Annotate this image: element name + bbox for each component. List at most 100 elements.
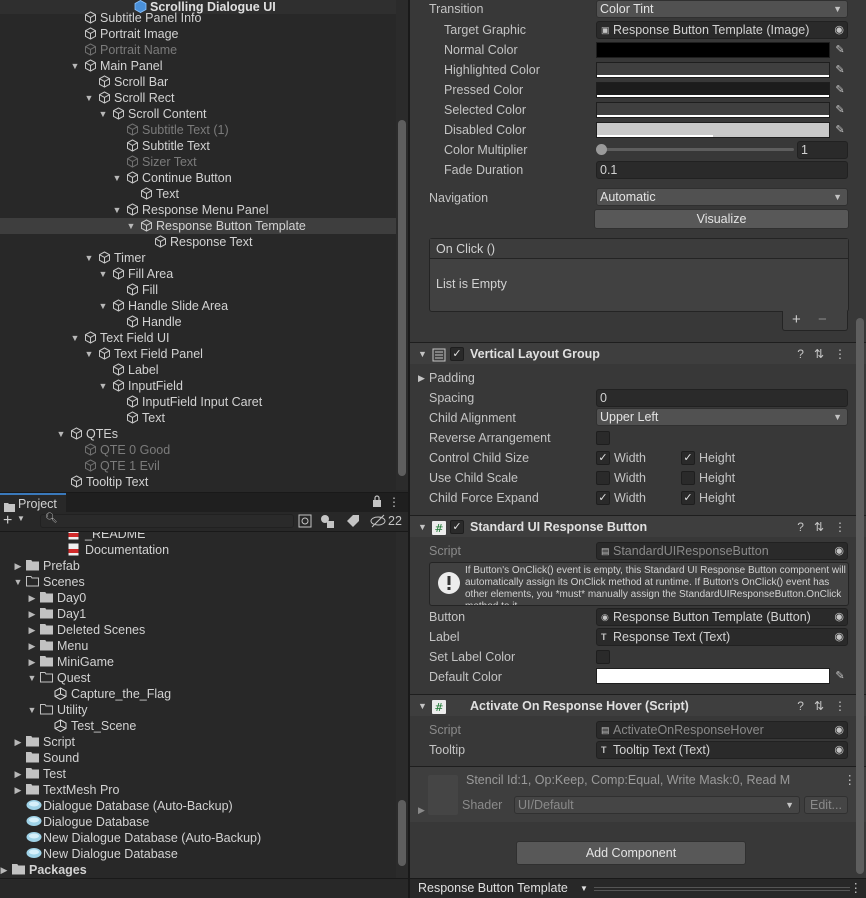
remove-event-icon[interactable]: −	[818, 311, 827, 329]
response-button-header[interactable]: ▼ # ✓ Standard UI Response Button ?⇅⋮	[410, 515, 866, 537]
object-picker-icon[interactable]: ◉	[834, 742, 844, 758]
foldout-arrow-icon[interactable]: ▶	[27, 590, 37, 606]
color-swatch[interactable]	[596, 82, 830, 98]
slider-handle[interactable]	[596, 144, 607, 155]
set-label-color-checkbox[interactable]	[596, 650, 610, 664]
force-expand-height-checkbox[interactable]: ✓	[681, 491, 695, 505]
chevron-down-icon[interactable]: ▼	[580, 879, 588, 898]
project-item[interactable]: Documentation	[0, 542, 396, 558]
default-color-swatch[interactable]	[596, 668, 830, 684]
project-scroll-thumb[interactable]	[398, 800, 406, 866]
foldout-arrow-icon[interactable]: ▼	[112, 202, 122, 218]
filter-type-icon[interactable]	[320, 514, 336, 531]
hierarchy-item[interactable]: Text	[0, 186, 396, 202]
project-item[interactable]: ▶ MiniGame	[0, 654, 396, 670]
foldout-arrow-icon[interactable]: ▶	[13, 558, 23, 574]
help-icon[interactable]: ?	[797, 520, 814, 534]
visualize-button[interactable]: Visualize	[594, 209, 849, 229]
add-icon[interactable]: +	[3, 512, 12, 530]
preset-icon[interactable]: ⇅	[814, 347, 834, 361]
eyedropper-icon[interactable]: ✎	[832, 102, 848, 118]
foldout-arrow-icon[interactable]: ▼	[98, 298, 108, 314]
color-swatch[interactable]	[596, 102, 830, 118]
fade-duration-input[interactable]: 0.1	[596, 161, 848, 179]
foldout-arrow-icon[interactable]: ▼	[13, 574, 23, 590]
hierarchy-item[interactable]: InputField Input Caret	[0, 394, 396, 410]
add-component-button[interactable]: Add Component	[516, 841, 746, 865]
hierarchy-item[interactable]: Subtitle Panel Info	[0, 10, 396, 26]
hierarchy-item[interactable]: Label	[0, 362, 396, 378]
control-size-width-checkbox[interactable]: ✓	[596, 451, 610, 465]
padding-label[interactable]: Padding	[429, 369, 475, 387]
force-expand-width-checkbox[interactable]: ✓	[596, 491, 610, 505]
reverse-arrangement-checkbox[interactable]	[596, 431, 610, 445]
shader-edit-button[interactable]: Edit...	[804, 796, 848, 814]
foldout-arrow-icon[interactable]: ▶	[13, 734, 23, 750]
project-item[interactable]: Dialogue Database (Auto-Backup)	[0, 798, 396, 814]
foldout-arrow-icon[interactable]: ▶	[27, 606, 37, 622]
chevron-down-icon[interactable]: ▼	[17, 514, 25, 523]
kebab-menu-icon[interactable]: ⋮	[388, 495, 400, 509]
component-enabled-checkbox[interactable]: ✓	[450, 520, 464, 534]
target-graphic-field[interactable]: ▣ Response Button Template (Image) ◉	[596, 21, 848, 39]
foldout-icon[interactable]: ▼	[418, 695, 427, 717]
hierarchy-item[interactable]: Text	[0, 410, 396, 426]
project-item[interactable]: ▶ Prefab	[0, 558, 396, 574]
hierarchy-item[interactable]: QTE 0 Good	[0, 442, 396, 458]
tooltip-field[interactable]: T Tooltip Text (Text) ◉	[596, 741, 848, 759]
spacing-input[interactable]: 0	[596, 389, 848, 407]
hierarchy-item[interactable]: ▼ Scroll Content	[0, 106, 396, 122]
eyedropper-icon[interactable]: ✎	[832, 122, 848, 138]
eyedropper-icon[interactable]: ✎	[832, 82, 848, 98]
vertical-layout-group-header[interactable]: ▼ ✓ Vertical Layout Group ?⇅⋮	[410, 342, 866, 364]
eyedropper-icon[interactable]: ✎	[832, 62, 848, 78]
foldout-icon[interactable]: ▼	[418, 516, 427, 538]
hierarchy-item[interactable]: ▼ InputField	[0, 378, 396, 394]
transition-dropdown[interactable]: Color Tint ▼	[596, 0, 848, 18]
project-item[interactable]: ▶ Day1	[0, 606, 396, 622]
selected-object-label[interactable]: Response Button Template	[418, 879, 568, 898]
hierarchy-item[interactable]: Scroll Bar	[0, 74, 396, 90]
project-item[interactable]: Dialogue Database	[0, 814, 396, 830]
hierarchy-item[interactable]: ▼ Response Menu Panel	[0, 202, 396, 218]
hierarchy-item[interactable]: ▼ Fill Area	[0, 266, 396, 282]
project-item[interactable]: ▶ Script	[0, 734, 396, 750]
hidden-eye-icon[interactable]	[370, 514, 386, 531]
object-picker-icon[interactable]: ◉	[834, 609, 844, 625]
search-by-type-icon[interactable]	[298, 514, 312, 531]
eyedropper-icon[interactable]: ✎	[832, 42, 848, 58]
project-item[interactable]: ▼ Utility	[0, 702, 396, 718]
project-item[interactable]: ▶ Test	[0, 766, 396, 782]
foldout-icon[interactable]: ▶	[418, 805, 425, 816]
control-size-height-checkbox[interactable]: ✓	[681, 451, 695, 465]
kebab-menu-icon[interactable]: ⋮	[834, 699, 856, 713]
foldout-arrow-icon[interactable]: ▼	[84, 90, 94, 106]
hierarchy-item[interactable]: ▼ Text Field UI	[0, 330, 396, 346]
foldout-arrow-icon[interactable]: ▶	[27, 638, 37, 654]
hierarchy-item[interactable]: Subtitle Text (1)	[0, 122, 396, 138]
foldout-arrow-icon[interactable]: ▶	[0, 862, 9, 878]
foldout-arrow-icon[interactable]: ▶	[13, 766, 23, 782]
color-multiplier-slider[interactable]	[600, 148, 794, 151]
project-item[interactable]: Test_Scene	[0, 718, 396, 734]
preset-icon[interactable]: ⇅	[814, 520, 834, 534]
inspector-scroll-thumb[interactable]	[856, 318, 864, 874]
hierarchy-item[interactable]: ▼ Text Field Panel	[0, 346, 396, 362]
project-item[interactable]: ▶ Packages	[0, 862, 396, 878]
hierarchy-item[interactable]: Fill	[0, 282, 396, 298]
tab-project[interactable]: Project	[0, 493, 66, 513]
hierarchy-item[interactable]: ▼ Handle Slide Area	[0, 298, 396, 314]
foldout-arrow-icon[interactable]: ▼	[70, 58, 80, 74]
foldout-arrow-icon[interactable]: ▶	[27, 622, 37, 638]
project-item[interactable]: ▶ TextMesh Pro	[0, 782, 396, 798]
hierarchy-item[interactable]: ▼ Timer	[0, 250, 396, 266]
foldout-arrow-icon[interactable]: ▼	[70, 330, 80, 346]
hierarchy-item[interactable]: Tooltip Text	[0, 474, 396, 490]
project-item[interactable]: ▶ Menu	[0, 638, 396, 654]
foldout-arrow-icon[interactable]: ▼	[84, 250, 94, 266]
object-picker-icon[interactable]: ◉	[834, 629, 844, 645]
foldout-arrow-icon[interactable]: ▼	[98, 378, 108, 394]
foldout-arrow-icon[interactable]: ▼	[98, 266, 108, 282]
hierarchy-scroll-thumb[interactable]	[398, 120, 406, 476]
project-item[interactable]: New Dialogue Database	[0, 846, 396, 862]
